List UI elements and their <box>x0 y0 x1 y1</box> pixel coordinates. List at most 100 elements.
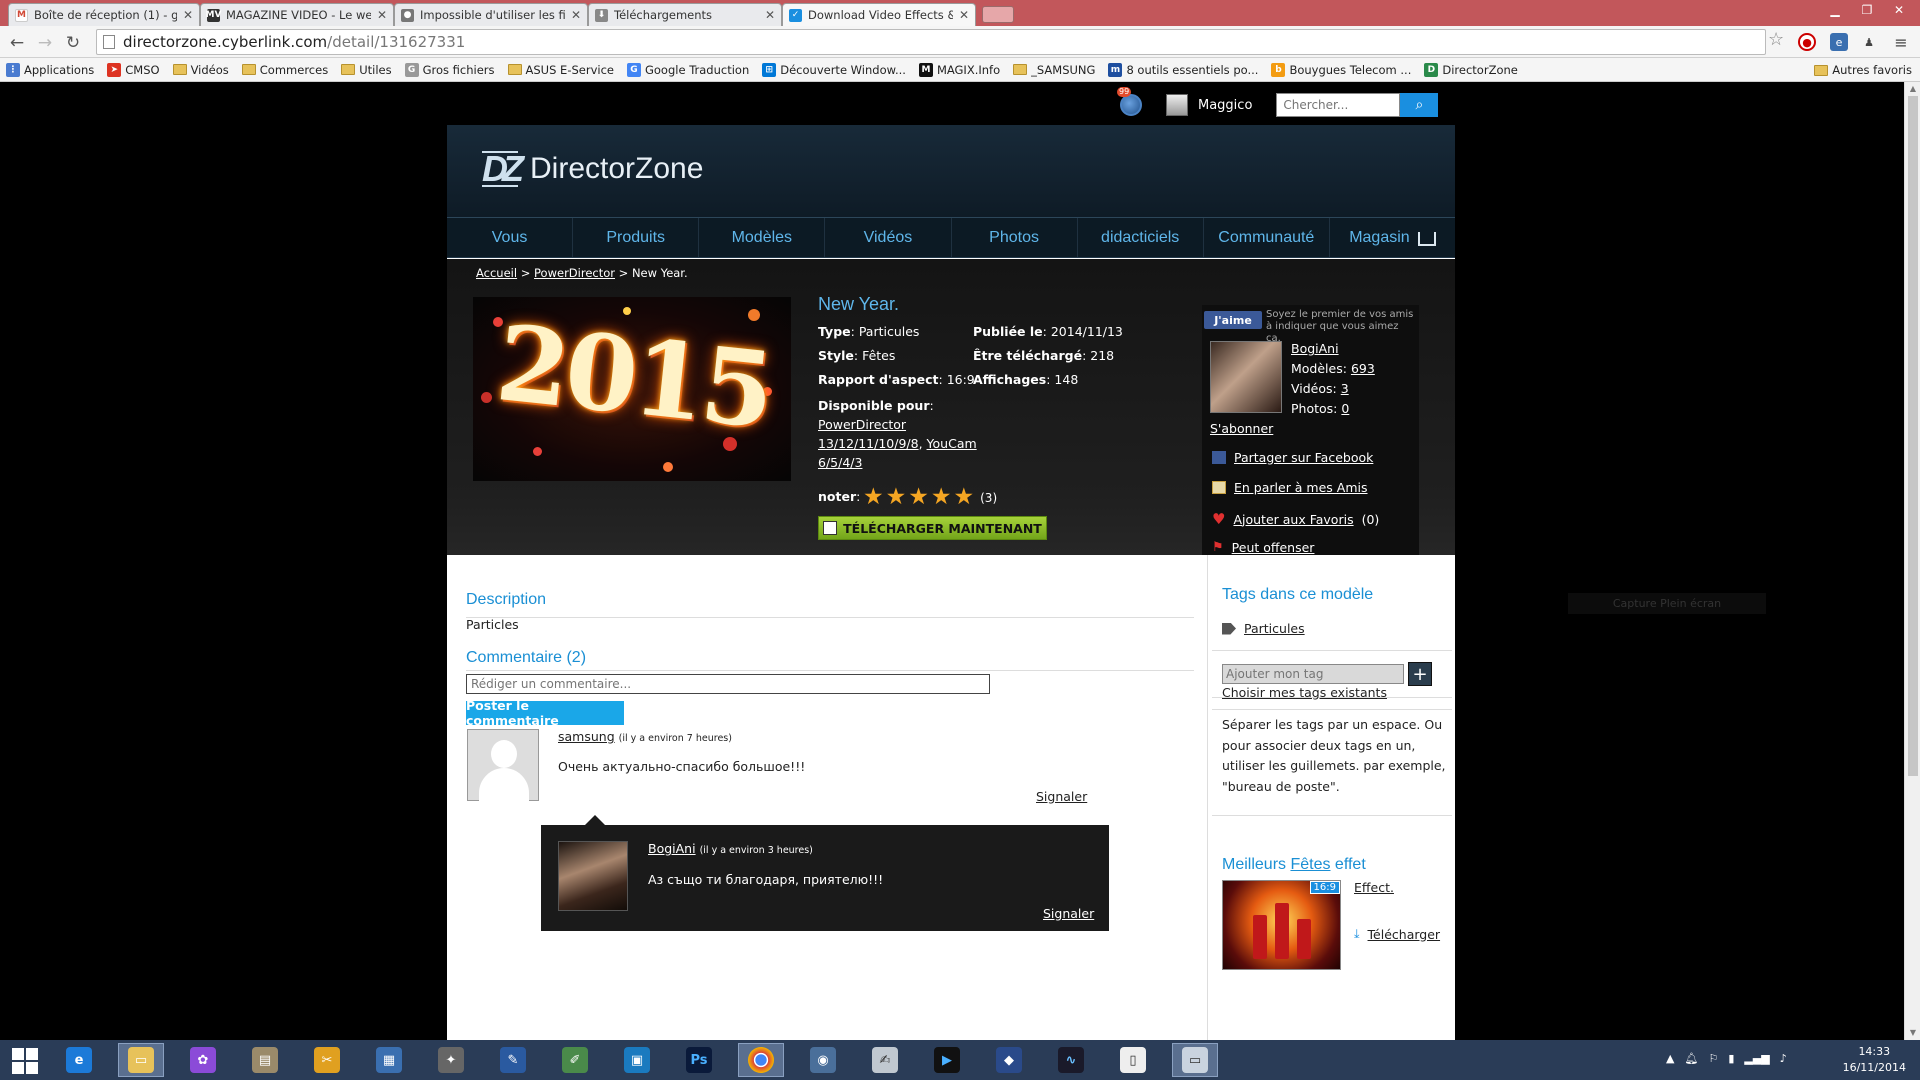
editor-icon[interactable]: ✎ <box>490 1043 536 1077</box>
comment-author-link[interactable]: samsung <box>558 729 615 744</box>
close-icon[interactable]: ✕ <box>571 8 581 22</box>
tab-directorzone[interactable]: ✓ Download Video Effects & ✕ <box>782 3 976 26</box>
username[interactable]: Maggico <box>1198 98 1252 113</box>
template-thumbnail[interactable]: 2015 <box>473 297 791 481</box>
address-bar[interactable]: directorzone.cyberlink.com/detail/131627… <box>96 29 1766 55</box>
minimize-icon[interactable]: ▁ <box>1820 0 1850 20</box>
download-now-button[interactable]: TÉLÉCHARGER MAINTENANT <box>818 516 1047 540</box>
page-scrollbar[interactable]: ▲ ▼ <box>1904 82 1920 1040</box>
bookmark-8-outils[interactable]: m8 outils essentiels po... <box>1108 62 1258 77</box>
tray-arrow-icon[interactable]: ▲ <box>1666 1052 1674 1065</box>
nav-photos[interactable]: Photos <box>952 218 1078 257</box>
tools-icon[interactable]: ✂ <box>304 1043 350 1077</box>
product-link-versions[interactable]: 13/12/11/10/9/8 <box>818 436 919 451</box>
bookmark-folder-asus[interactable]: ASUS E-Service <box>507 63 614 77</box>
author-name[interactable]: BogiAni <box>1291 341 1339 356</box>
product-link-youcam-versions[interactable]: 6/5/4/3 <box>818 455 862 470</box>
avatar[interactable] <box>1166 94 1188 116</box>
tray-notification-icon[interactable]: 🔔︎ <box>1684 1052 1698 1065</box>
forward-arrow-icon[interactable]: → <box>34 32 56 54</box>
breadcrumb-powerdirector[interactable]: PowerDirector <box>534 266 615 280</box>
facebook-like-button[interactable]: J'aime <box>1204 311 1262 329</box>
report-reply-link[interactable]: Signaler <box>1043 906 1094 921</box>
best-effect-download[interactable]: ⤓ Télécharger <box>1354 926 1440 942</box>
bookmark-folder-utiles[interactable]: Utiles <box>341 63 392 77</box>
adblock-extension-icon[interactable]: ● <box>1798 33 1816 51</box>
nav-didacticiels[interactable]: didacticiels <box>1078 218 1204 257</box>
picasa-icon[interactable]: ✿ <box>180 1043 226 1077</box>
other-bookmarks[interactable]: Autres favoris <box>1814 63 1912 77</box>
bookmark-directorzone[interactable]: D DirectorZone <box>1424 62 1518 77</box>
nav-videos[interactable]: Vidéos <box>825 218 952 257</box>
best-effect-thumbnail[interactable]: 16:9 <box>1222 880 1341 970</box>
audio-icon[interactable]: ∿ <box>1048 1043 1094 1077</box>
nav-communaute[interactable]: Communauté <box>1204 218 1330 257</box>
tray-network-icon[interactable]: ▮ <box>1728 1052 1734 1065</box>
back-arrow-icon[interactable]: ← <box>6 32 28 54</box>
author-videos-count[interactable]: 3 <box>1341 381 1349 396</box>
close-icon[interactable]: ✕ <box>183 8 193 22</box>
best-category-link[interactable]: Fêtes <box>1290 856 1330 873</box>
author-models-count[interactable]: 693 <box>1351 361 1375 376</box>
video-editor-icon[interactable]: ▶ <box>924 1043 970 1077</box>
star-icon[interactable]: ★ <box>908 486 929 509</box>
star-icon[interactable]: ★ <box>954 486 975 509</box>
author-photos-count[interactable]: 0 <box>1341 401 1349 416</box>
taskbar-clock[interactable]: 14:33 16/11/2014 <box>1843 1044 1906 1076</box>
bookmark-google-traduction[interactable]: G Google Traduction <box>626 62 749 77</box>
notes-icon[interactable]: ✍ <box>862 1043 908 1077</box>
tray-signal-icon[interactable]: ▂▄▆ <box>1744 1052 1769 1065</box>
nav-vous[interactable]: Vous <box>447 218 574 257</box>
subscribe-link[interactable]: S'abonner <box>1210 421 1273 436</box>
menu-icon[interactable]: ≡ <box>1892 33 1910 52</box>
close-window-icon[interactable]: ✕ <box>1884 0 1914 20</box>
windows-start-icon[interactable] <box>12 1048 38 1074</box>
file-explorer-icon[interactable]: ▭ <box>118 1043 164 1077</box>
chrome-icon[interactable] <box>738 1043 784 1077</box>
search-button[interactable]: ⌕ <box>1400 93 1439 117</box>
camera-icon[interactable]: ◉ <box>800 1043 846 1077</box>
prism-icon[interactable]: ◆ <box>986 1043 1032 1077</box>
report-offensive-action[interactable]: ⚑ Peut offenser <box>1212 540 1314 555</box>
star-icon[interactable]: ★ <box>931 486 952 509</box>
nav-magasin[interactable]: Magasin <box>1330 218 1455 257</box>
tray-volume-icon[interactable]: ♪ <box>1780 1052 1787 1065</box>
tag-link[interactable]: Particules <box>1244 621 1305 636</box>
extension-icon[interactable]: e <box>1830 33 1848 51</box>
add-tag-button[interactable]: + <box>1408 662 1432 686</box>
paint-icon[interactable]: ✐ <box>552 1043 598 1077</box>
scrollbar-thumb[interactable] <box>1908 96 1918 776</box>
bookmark-applications[interactable]: ⋮ Applications <box>6 62 94 77</box>
window-manager-icon[interactable]: ▭ <box>1172 1043 1218 1077</box>
product-link-powerdirector[interactable]: PowerDirector <box>818 417 906 432</box>
star-icon[interactable]: ★ <box>886 486 907 509</box>
reload-icon[interactable]: ↻ <box>62 32 84 54</box>
tab-magazine-video[interactable]: MV MAGAZINE VIDEO - Le we ✕ <box>200 3 394 26</box>
bookmark-bouygues[interactable]: b Bouygues Telecom ... <box>1271 62 1411 77</box>
tab-gmail[interactable]: M Boîte de réception (1) - gi ✕ <box>8 3 200 26</box>
person-extension-icon[interactable]: ♟ <box>1860 33 1878 51</box>
new-tab-button[interactable] <box>982 6 1014 23</box>
reply-author-link[interactable]: BogiAni <box>648 841 696 856</box>
close-icon[interactable]: ✕ <box>959 8 969 22</box>
bookmark-cmso[interactable]: ➤ CMSO <box>107 62 160 77</box>
post-comment-button[interactable]: Poster le commentaire <box>466 698 624 728</box>
photoshop-icon[interactable]: Ps <box>676 1043 722 1077</box>
report-comment-link[interactable]: Signaler <box>1036 789 1087 804</box>
directorzone-logo[interactable]: DZ DirectorZone <box>482 151 703 187</box>
scroll-up-icon[interactable]: ▲ <box>1905 82 1920 96</box>
nav-produits[interactable]: Produits <box>573 218 700 257</box>
bookmark-folder-commerces[interactable]: Commerces <box>241 63 328 77</box>
close-icon[interactable]: ✕ <box>765 8 775 22</box>
tell-friends-action[interactable]: En parler à mes Amis <box>1212 480 1368 495</box>
product-link-youcam[interactable]: YouCam <box>927 436 977 451</box>
breadcrumb-home[interactable]: Accueil <box>476 266 517 280</box>
bookmark-folder-videos[interactable]: Vidéos <box>172 63 229 77</box>
bookmark-gros-fichiers[interactable]: G Gros fichiers <box>404 62 495 77</box>
search-input[interactable] <box>1276 93 1401 117</box>
tray-flag-icon[interactable]: ⚐ <box>1708 1052 1718 1065</box>
wizard-icon[interactable]: ✦ <box>428 1043 474 1077</box>
archive-icon[interactable]: ▤ <box>242 1043 288 1077</box>
star-icon[interactable]: ★ <box>863 486 884 509</box>
globe-notifications-icon[interactable]: 99 <box>1117 87 1142 116</box>
